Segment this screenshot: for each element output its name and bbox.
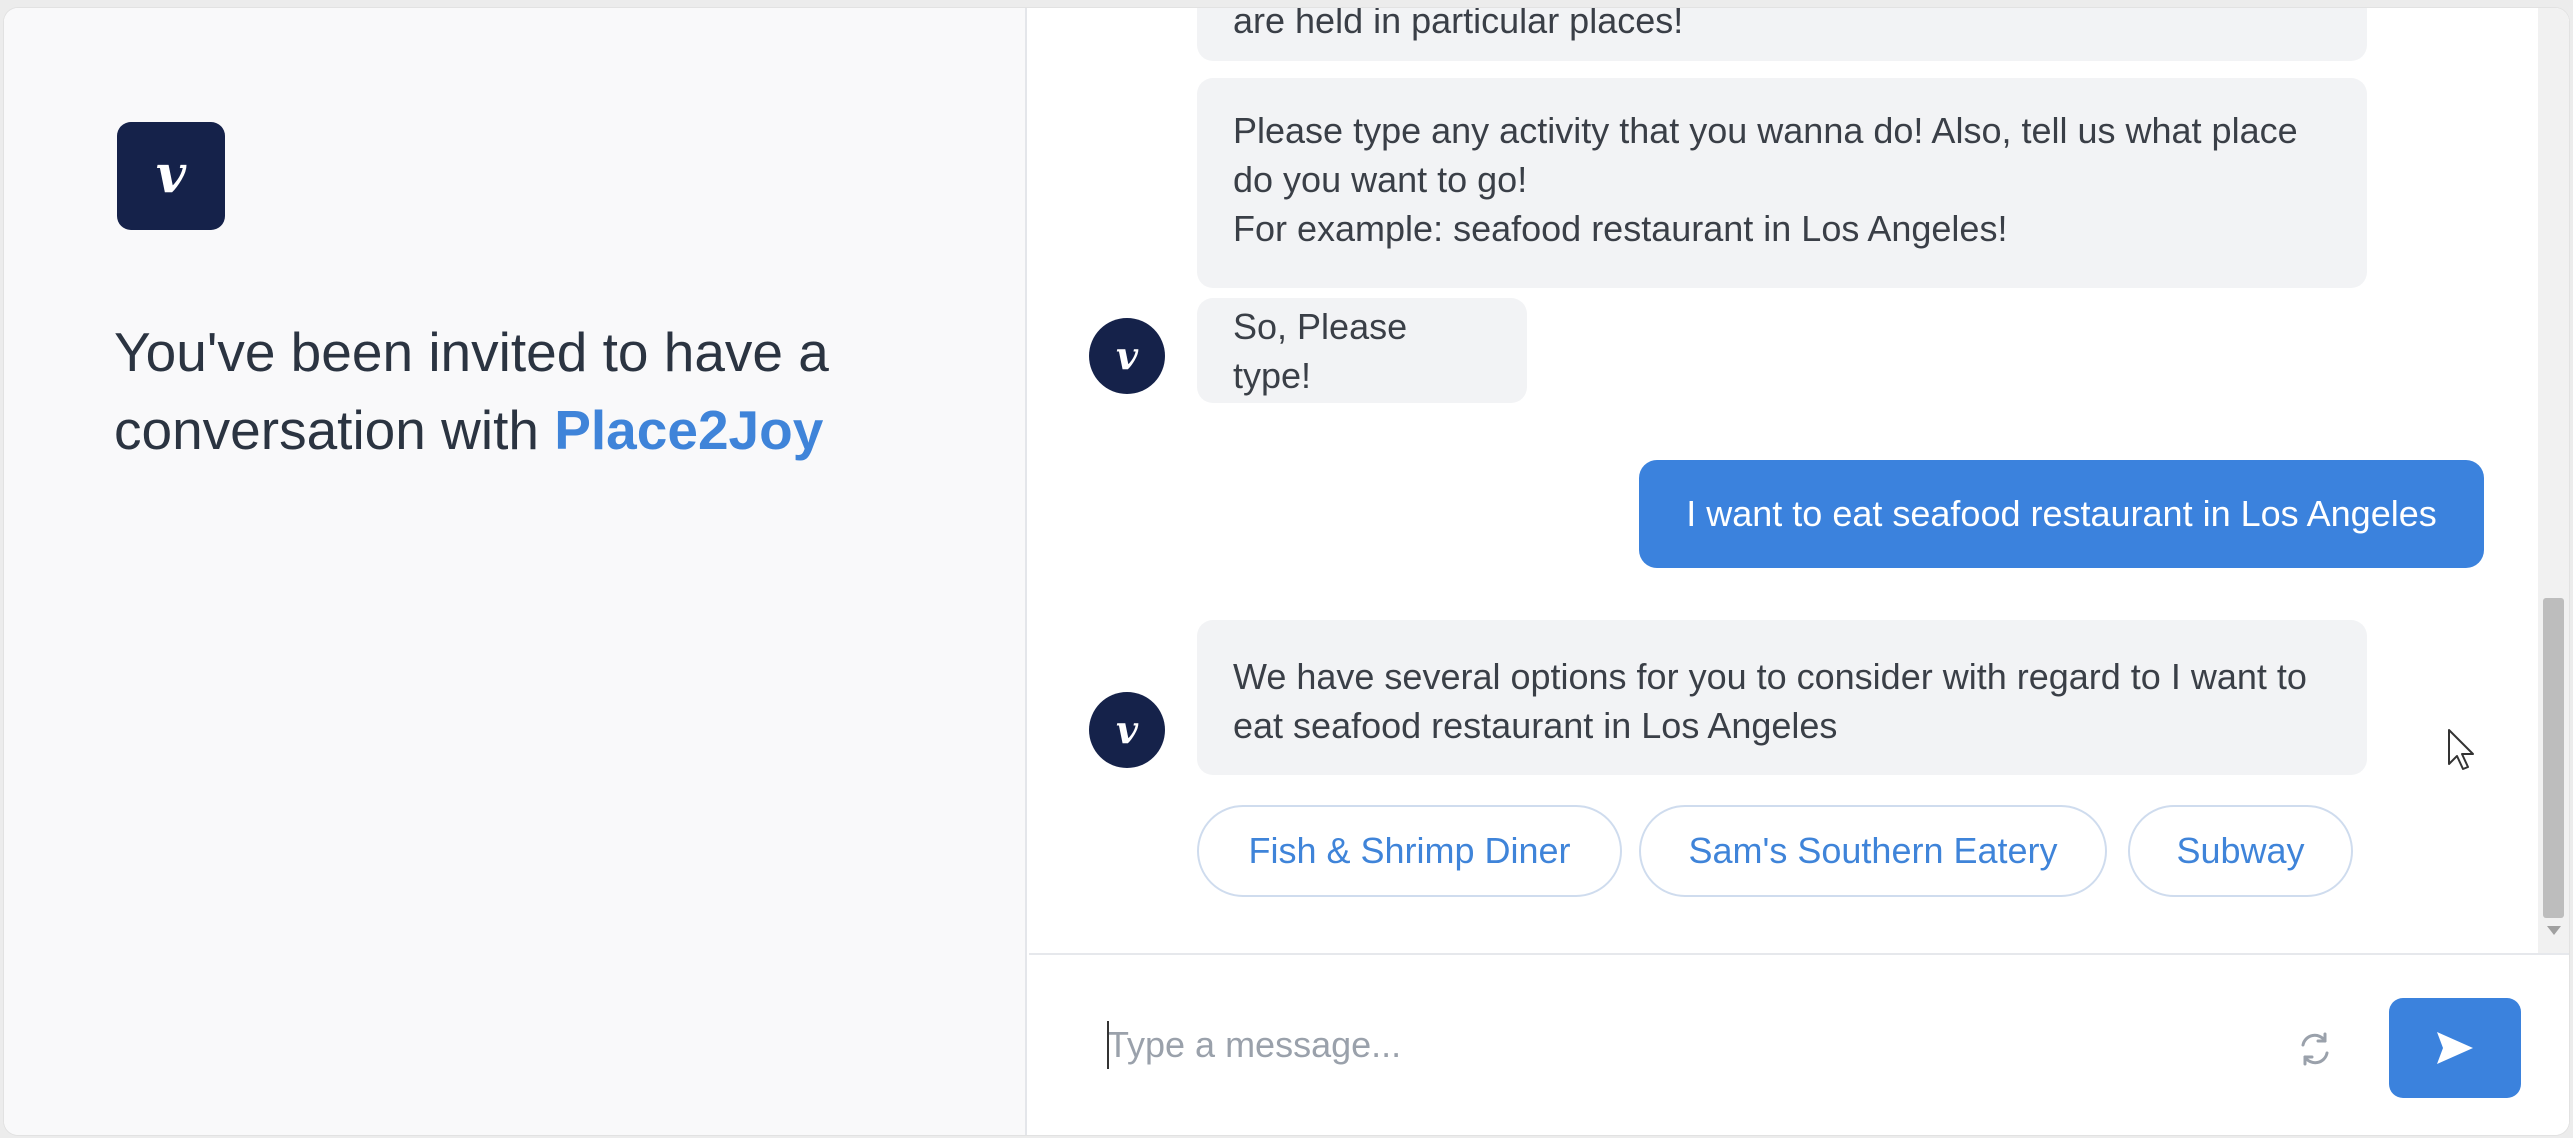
bot-avatar: v	[1089, 692, 1165, 768]
send-button[interactable]	[2389, 998, 2521, 1098]
message-input[interactable]	[1107, 1007, 2257, 1083]
svg-text:v: v	[1116, 707, 1139, 752]
message-composer	[1029, 953, 2569, 1135]
prompt-line: Please type any activity that you wanna …	[1233, 110, 2298, 151]
option-fish-shrimp-diner[interactable]: Fish & Shrimp Diner	[1197, 805, 1622, 897]
prompt-line: do you want to go!	[1233, 159, 1528, 200]
option-sams-southern-eatery[interactable]: Sam's Southern Eatery	[1639, 805, 2107, 897]
prompt-line: For example: seafood restaurant in Los A…	[1233, 208, 2008, 249]
intro-panel: v You've been invited to have a conversa…	[4, 8, 1027, 1135]
mouse-cursor-icon	[2447, 728, 2477, 772]
user-message: I want to eat seafood restaurant in Los …	[1639, 460, 2484, 568]
message-list[interactable]: are held in particular places! Please ty…	[1029, 8, 2539, 953]
scrollbar-thumb[interactable]	[2543, 598, 2564, 918]
brand-name: Place2Joy	[554, 399, 824, 461]
intro-message: You've been invited to have a conversati…	[114, 313, 994, 469]
svg-text:v: v	[156, 144, 187, 205]
bot-message-partial: are held in particular places!	[1197, 8, 2367, 61]
send-icon	[2437, 1032, 2473, 1064]
refresh-icon[interactable]	[2291, 1025, 2339, 1073]
message-scrollbar[interactable]	[2538, 8, 2569, 953]
v-logo-icon: v	[117, 122, 225, 230]
bot-message-type-prompt: So, Please type!	[1197, 298, 1527, 403]
bot-message-prompt: Please type any activity that you wanna …	[1197, 78, 2367, 288]
option-subway[interactable]: Subway	[2128, 805, 2353, 897]
scroll-down-arrow-icon[interactable]	[2547, 926, 2561, 935]
bot-avatar: v	[1089, 318, 1165, 394]
svg-text:v: v	[1116, 333, 1139, 378]
bot-message-options: We have several options for you to consi…	[1197, 620, 2367, 775]
text-caret	[1107, 1021, 1109, 1069]
app-window: v You've been invited to have a conversa…	[4, 8, 2569, 1135]
chat-panel: are held in particular places! Please ty…	[1029, 8, 2569, 1135]
